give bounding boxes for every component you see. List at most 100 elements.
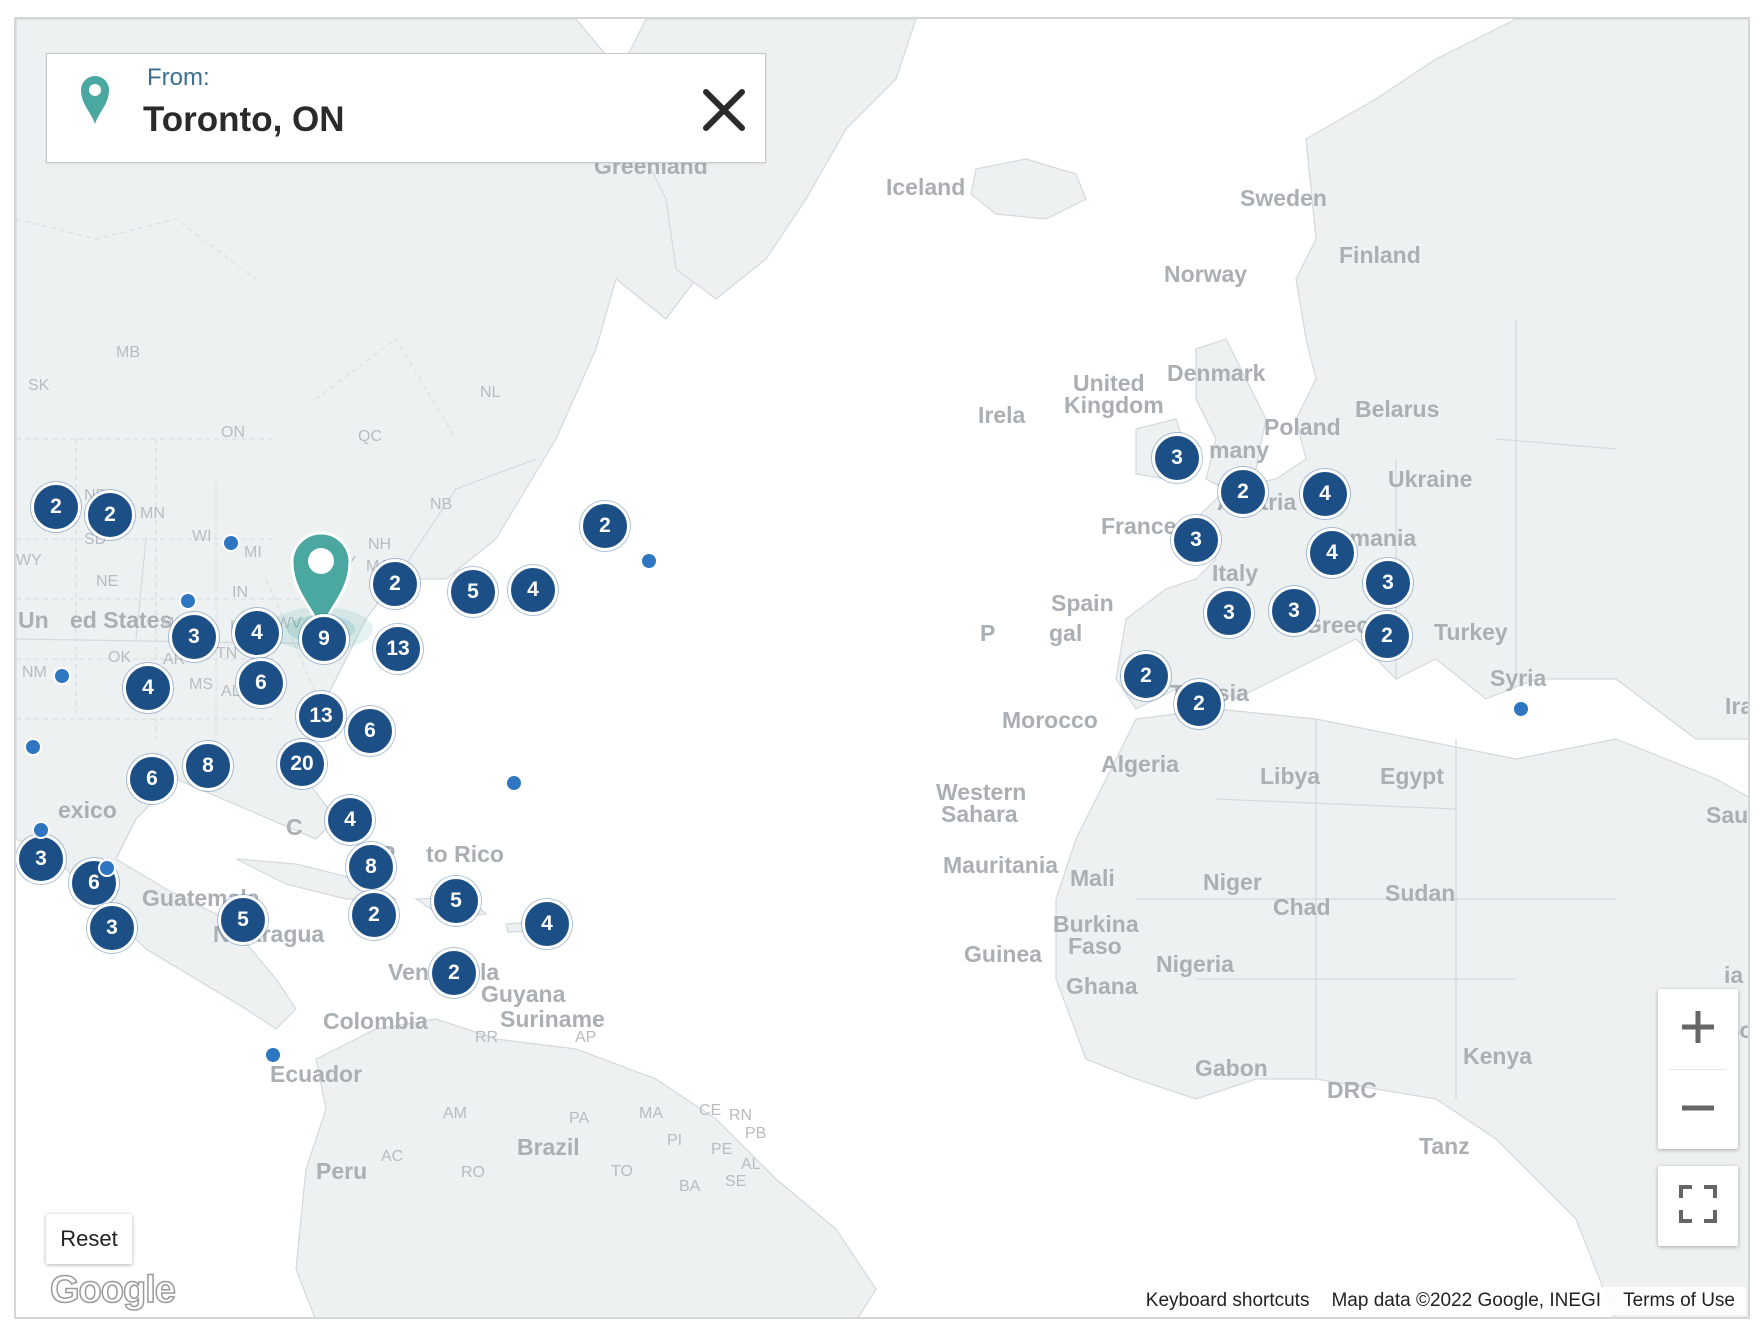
cluster-marker[interactable]: 6 [236, 658, 286, 708]
label-saudi: Saud [1706, 802, 1749, 828]
cluster-marker[interactable]: 3 [16, 834, 66, 884]
cluster-marker[interactable]: 4 [123, 663, 173, 713]
cluster-marker[interactable]: 2 [429, 948, 479, 998]
terms-of-use-link[interactable]: Terms of Use [1612, 1290, 1746, 1312]
cluster-marker[interactable]: 5 [218, 895, 268, 945]
label-united-kingdom-2: Kingdom [1064, 392, 1164, 418]
cluster-marker[interactable]: 2 [31, 482, 81, 532]
cluster-marker[interactable]: 3 [1204, 588, 1254, 638]
label-sk: SK [28, 377, 50, 394]
map-data-text: Map data ©2022 Google, INEGI [1331, 1290, 1602, 1311]
label-mb: MB [116, 344, 140, 361]
cluster-marker[interactable]: 9 [299, 614, 349, 664]
cluster-marker[interactable]: 4 [1300, 469, 1350, 519]
label-portugal-a: P [980, 620, 996, 646]
cluster-marker[interactable]: 3 [1171, 515, 1221, 565]
from-value[interactable]: Toronto, ON [143, 100, 345, 140]
label-sudan: Sudan [1385, 880, 1456, 906]
label-united-states-a: Un [18, 607, 49, 633]
label-belarus: Belarus [1355, 396, 1440, 422]
keyboard-shortcuts-link[interactable]: Keyboard shortcuts [1135, 1290, 1321, 1312]
cluster-marker[interactable]: 2 [85, 490, 135, 540]
close-icon[interactable] [701, 87, 747, 133]
cluster-marker[interactable]: 13 [373, 624, 423, 674]
zoom-out-icon [1678, 1088, 1718, 1133]
cluster-marker[interactable]: 3 [1269, 586, 1319, 636]
cluster-marker[interactable]: 4 [232, 608, 282, 658]
label-chad: Chad [1273, 894, 1331, 920]
label-wi: WI [192, 528, 212, 545]
label-pi: PI [667, 1132, 683, 1149]
fullscreen-toggle[interactable] [1658, 1166, 1738, 1246]
cluster-marker[interactable]: 8 [346, 842, 396, 892]
label-iraq: Ira [1725, 693, 1748, 719]
label-tanzania: Tanz [1419, 1133, 1470, 1159]
cluster-marker[interactable]: 2 [349, 890, 399, 940]
label-mexico: exico [58, 797, 117, 823]
cluster-marker[interactable]: 3 [1152, 433, 1202, 483]
cluster-marker[interactable]: 20 [277, 739, 327, 789]
label-spain: Spain [1051, 590, 1114, 616]
cluster-marker[interactable]: 4 [508, 565, 558, 615]
location-dot[interactable] [98, 859, 116, 877]
fullscreen-button[interactable] [1658, 1166, 1738, 1246]
cluster-marker[interactable]: 4 [522, 899, 572, 949]
label-guyana: Guyana [481, 981, 566, 1007]
cluster-marker[interactable]: 2 [370, 559, 420, 609]
label-ireland: Irela [978, 402, 1026, 428]
label-ecuador: Ecuador [270, 1061, 363, 1087]
label-niger: Niger [1203, 869, 1262, 895]
cluster-marker[interactable]: 13 [296, 691, 346, 741]
location-dot[interactable] [24, 738, 42, 756]
location-dot[interactable] [222, 534, 240, 552]
reset-button[interactable]: Reset [46, 1214, 132, 1264]
zoom-out-button[interactable] [1658, 1070, 1738, 1150]
cluster-marker[interactable]: 6 [127, 754, 177, 804]
label-mauritania: Mauritania [943, 852, 1059, 878]
label-mali: Mali [1070, 865, 1115, 891]
fullscreen-icon [1678, 1184, 1718, 1229]
label-rn: RN [729, 1107, 753, 1124]
label-iceland: Iceland [886, 174, 966, 200]
location-dot[interactable] [179, 592, 197, 610]
cluster-marker[interactable]: 2 [1121, 651, 1171, 701]
label-denmark: Denmark [1167, 360, 1266, 386]
from-location-box[interactable]: From: Toronto, ON [46, 53, 766, 163]
label-on: ON [221, 424, 245, 441]
label-ghana: Ghana [1066, 973, 1138, 999]
label-portugal-b: gal [1049, 620, 1083, 646]
cluster-marker[interactable]: 8 [183, 741, 233, 791]
from-label: From: [147, 64, 210, 91]
cluster-marker[interactable]: 2 [1174, 679, 1224, 729]
cluster-marker[interactable]: 3 [87, 903, 137, 953]
cluster-marker[interactable]: 2 [1218, 467, 1268, 517]
cluster-marker[interactable]: 5 [431, 876, 481, 926]
cluster-marker[interactable]: 2 [580, 501, 630, 551]
cluster-marker[interactable]: 4 [1307, 528, 1357, 578]
cluster-marker[interactable]: 3 [1363, 558, 1413, 608]
map[interactable]: Greenland Iceland Sweden Finland Norway … [14, 17, 1750, 1319]
label-france: France [1101, 513, 1177, 539]
location-dot[interactable] [32, 821, 50, 839]
location-dot[interactable] [640, 552, 658, 570]
cluster-marker[interactable]: 3 [169, 612, 219, 662]
location-dot[interactable] [505, 774, 523, 792]
google-logo: Google [49, 1268, 176, 1312]
location-dot[interactable] [264, 1046, 282, 1064]
label-se: SE [725, 1173, 747, 1190]
label-ro: RO [461, 1164, 485, 1181]
location-dot[interactable] [53, 667, 71, 685]
label-cuba-fragment: C [286, 814, 303, 840]
zoom-in-button[interactable] [1658, 989, 1738, 1069]
label-tn: TN [216, 645, 238, 662]
label-ap: AP [575, 1029, 597, 1046]
cluster-marker[interactable]: 4 [325, 795, 375, 845]
cluster-marker[interactable]: 2 [1362, 611, 1412, 661]
cluster-marker[interactable]: 6 [345, 706, 395, 756]
label-ok: OK [108, 649, 132, 666]
cluster-marker[interactable]: 5 [448, 567, 498, 617]
label-mn: MN [140, 505, 165, 522]
label-ba: BA [679, 1178, 701, 1195]
location-dot[interactable] [1512, 700, 1530, 718]
label-suriname: Suriname [500, 1006, 605, 1032]
